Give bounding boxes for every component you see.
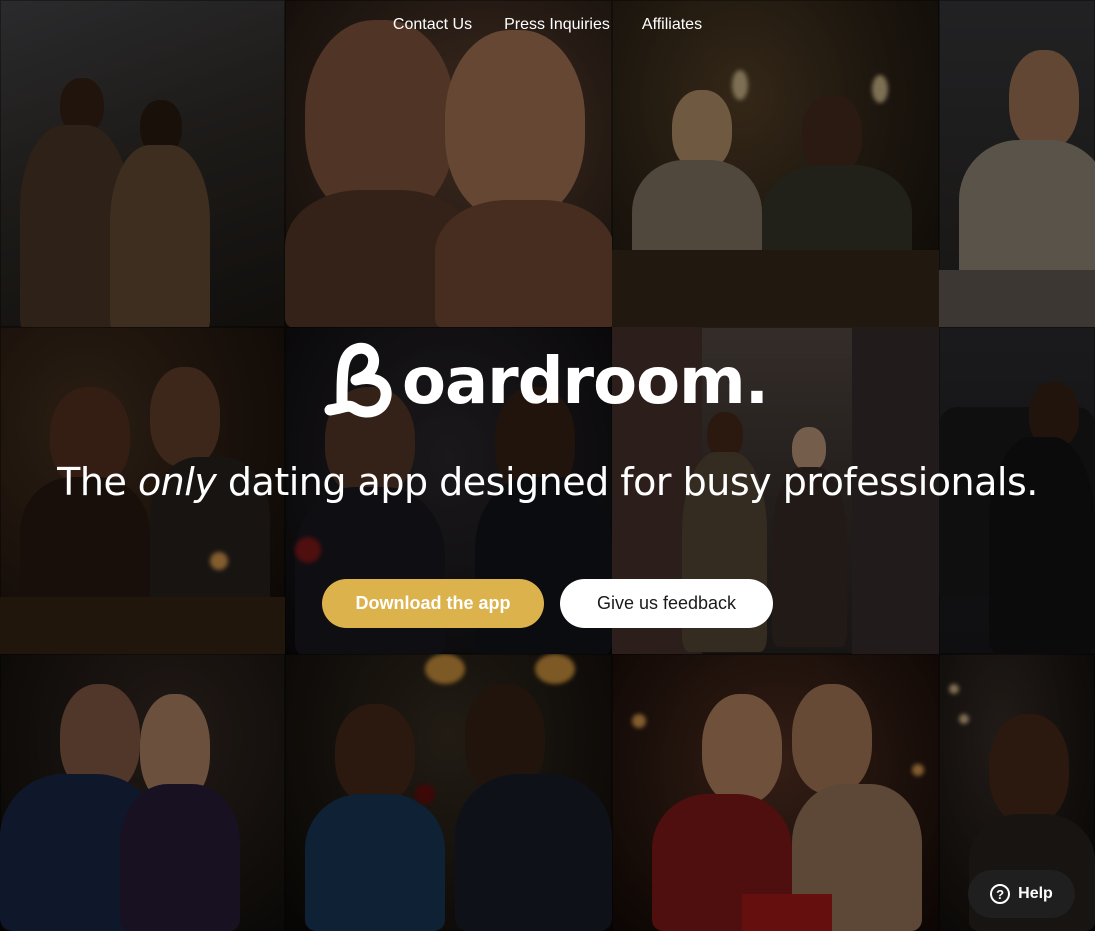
couple-laughing-photo — [285, 0, 612, 327]
man-smiling-dinner-photo — [939, 0, 1095, 327]
help-label: Help — [1018, 885, 1053, 902]
download-app-button[interactable]: Download the app — [322, 579, 544, 628]
tagline-after: dating app designed for busy professiona… — [216, 460, 1038, 504]
couple-bridge-photo — [0, 0, 285, 327]
couple-gift-photo — [612, 654, 939, 931]
boardroom-logo: oardroom. — [320, 338, 780, 418]
hero-tagline: The only dating app designed for busy pr… — [0, 460, 1095, 504]
tagline-before: The — [57, 460, 138, 504]
couple-embrace-photo — [0, 654, 285, 931]
help-button[interactable]: ? Help — [968, 870, 1075, 918]
logo-b-heart-icon — [320, 342, 406, 418]
nav-link-contact-us[interactable]: Contact Us — [393, 16, 472, 34]
couple-restaurant-toast-photo — [612, 0, 939, 327]
logo-wordmark: oardroom. — [402, 345, 769, 419]
nav-link-press-inquiries[interactable]: Press Inquiries — [504, 16, 610, 34]
top-nav: Contact Us Press Inquiries Affiliates — [0, 16, 1095, 34]
question-circle-icon: ? — [990, 884, 1011, 904]
couple-rose-photo — [285, 654, 612, 931]
tagline-emphasis: only — [137, 460, 217, 504]
give-feedback-button[interactable]: Give us feedback — [560, 579, 773, 628]
nav-link-affiliates[interactable]: Affiliates — [642, 16, 702, 34]
